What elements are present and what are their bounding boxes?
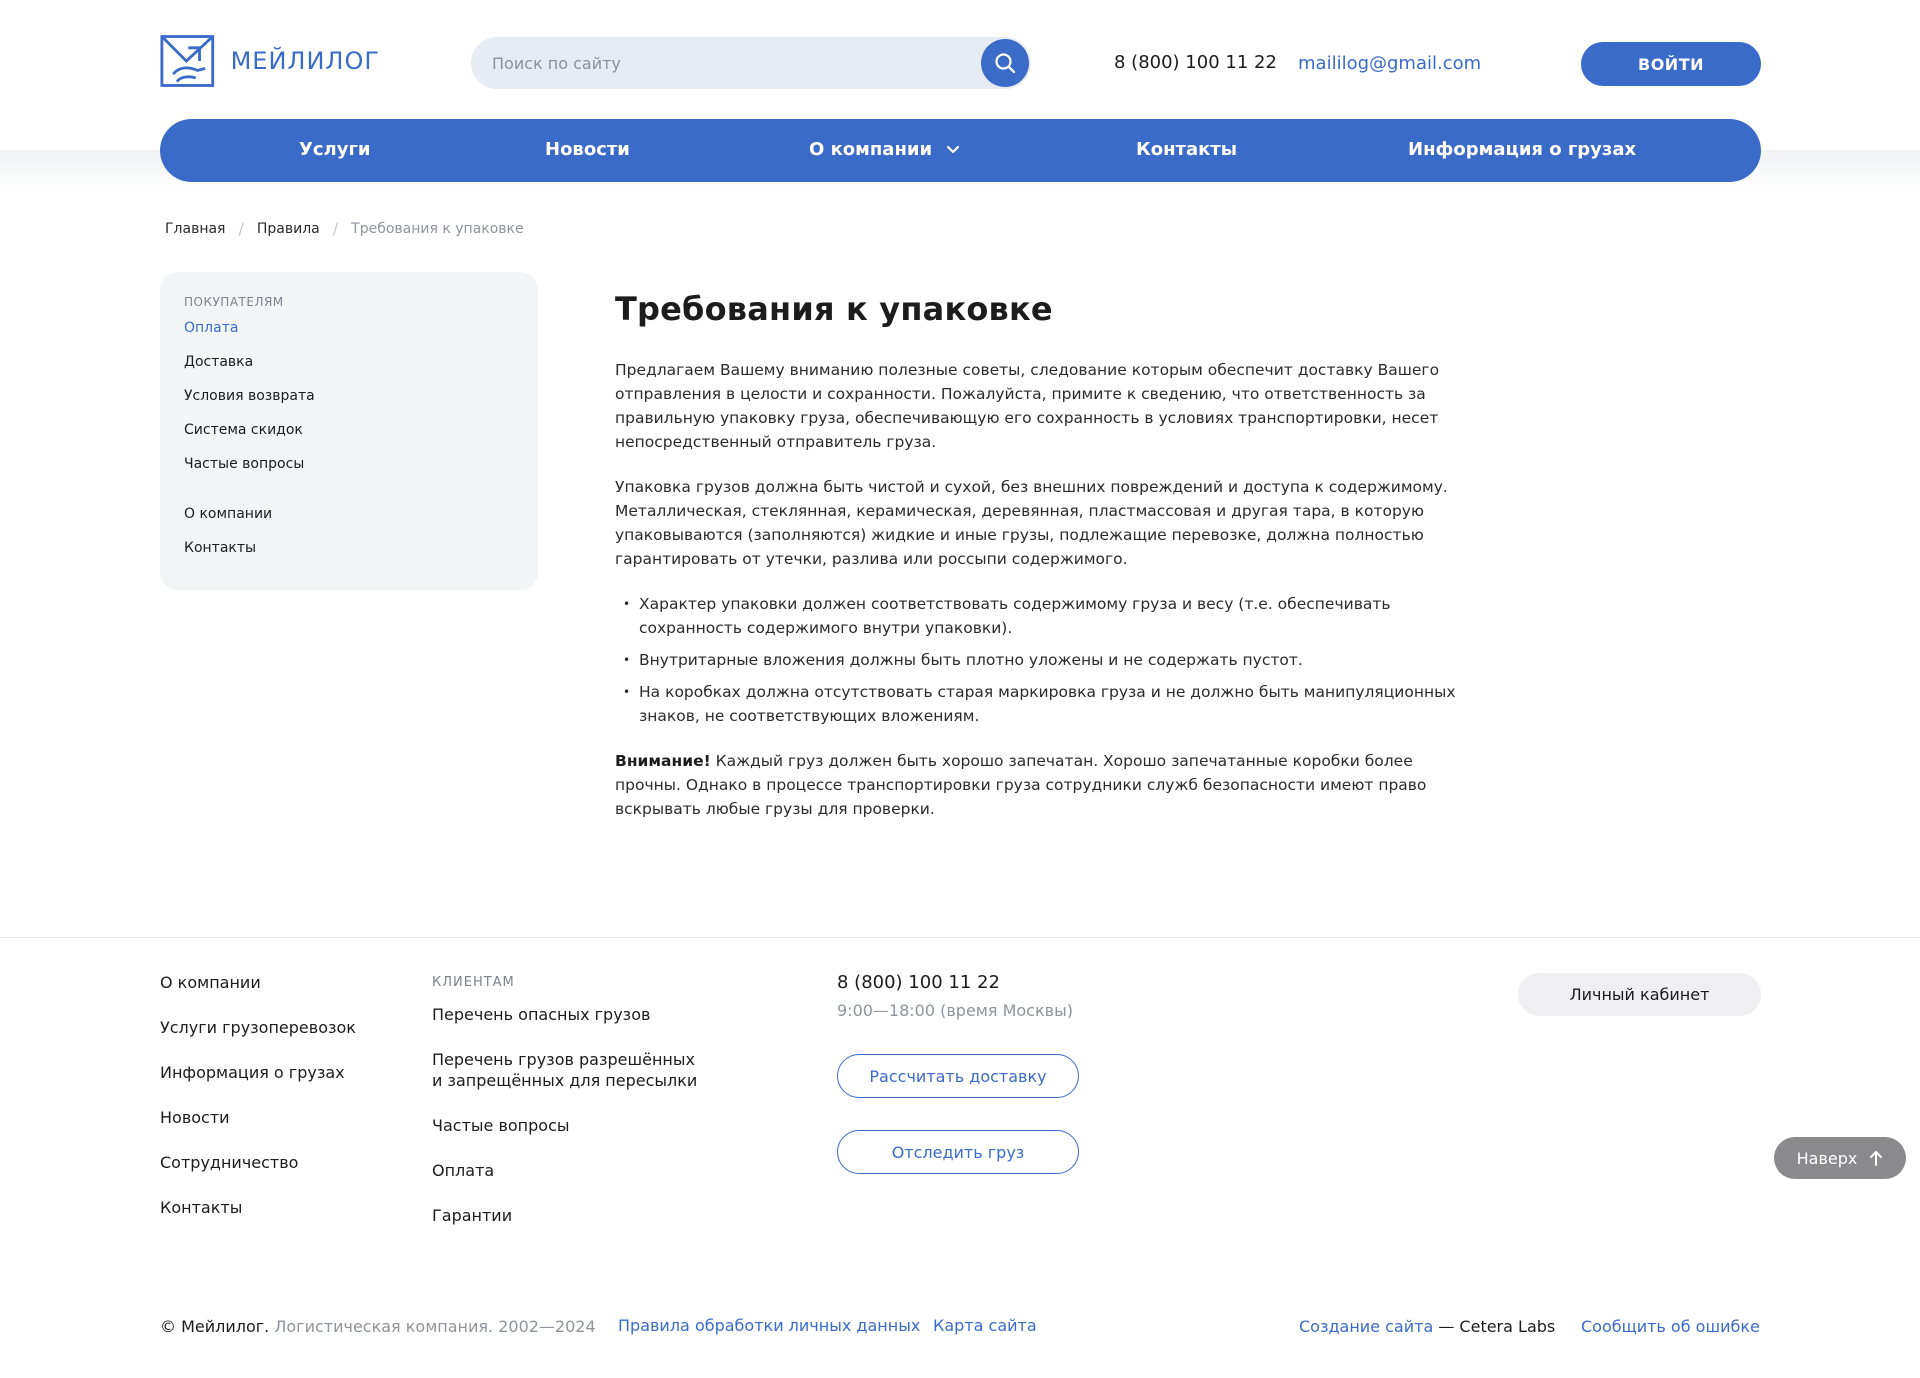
footer-phone[interactable]: 8 (800) 100 11 22 [837, 972, 1000, 993]
footer-link-faq[interactable]: Частые вопросы [432, 1115, 570, 1136]
sitemap-link[interactable]: Карта сайта [933, 1316, 1037, 1335]
intro-paragraph: Предлагаем Вашему вниманию полезные сове… [615, 361, 1440, 451]
list-item: Характер упаковки должен соответствовать… [615, 592, 1465, 640]
breadcrumb-home[interactable]: Главная [165, 221, 225, 237]
search-bar [471, 37, 1031, 89]
footer-hours: 9:00—18:00 (время Москвы) [837, 1001, 1073, 1020]
credits-link[interactable]: Создание сайта [1299, 1317, 1433, 1336]
attention-text: Каждый груз должен быть хорошо запечатан… [615, 752, 1427, 818]
search-icon [995, 53, 1016, 74]
packaging-paragraph: Упаковка грузов должна быть чистой и сух… [615, 478, 1448, 568]
sidebar-item-discounts[interactable]: Система скидок [184, 422, 303, 438]
nav-item-services[interactable]: Услуги [299, 139, 370, 160]
footer-link-contacts[interactable]: Контакты [160, 1198, 242, 1217]
chevron-down-icon [947, 145, 960, 154]
login-button[interactable]: ВОЙТИ [1581, 42, 1761, 86]
nav-item-about[interactable]: О компании [809, 139, 960, 160]
privacy-policy-link[interactable]: Правила обработки личных данных [618, 1316, 920, 1335]
sidebar-item-about[interactable]: О компании [184, 506, 272, 522]
sidebar-item-returns[interactable]: Условия возврата [184, 388, 315, 404]
search-button[interactable] [981, 39, 1029, 87]
page-title: Требования к упаковке [615, 290, 1053, 328]
footer-link-about[interactable]: О компании [160, 973, 261, 992]
main-nav: Услуги Новости О компании Контакты Инфор… [160, 119, 1761, 182]
report-error-link[interactable]: Сообщить об ошибке [1581, 1317, 1760, 1336]
back-to-top-button[interactable]: Наверх [1774, 1137, 1906, 1179]
sidebar-item-delivery[interactable]: Доставка [184, 354, 253, 370]
sidebar-category: ПОКУПАТЕЛЯМ [184, 295, 284, 309]
footer-link-cargo-info[interactable]: Информация о грузах [160, 1063, 345, 1082]
nav-item-news[interactable]: Новости [545, 139, 630, 160]
copyright-brand: © Мейлилог. [160, 1317, 270, 1336]
footer-category-clients: КЛИЕНТАМ [432, 975, 515, 990]
search-input[interactable] [492, 53, 952, 73]
logo-text: МЕЙЛИЛОГ [230, 47, 380, 75]
nav-item-about-label: О компании [809, 139, 933, 160]
footer-link-allowed-goods[interactable]: Перечень грузов разрешённых и запрещённы… [432, 1049, 697, 1091]
copyright: © Мейлилог. Логистическая компания. 2002… [160, 1317, 596, 1336]
list-item: Внутритарные вложения должны быть плотно… [615, 648, 1465, 672]
breadcrumb-rules[interactable]: Правила [257, 221, 320, 237]
sidebar: ПОКУПАТЕЛЯМ Оплата Доставка Условия возв… [160, 272, 538, 590]
footer-link-services[interactable]: Услуги грузоперевозок [160, 1018, 356, 1037]
breadcrumb-separator: / [332, 219, 339, 238]
copyright-text: Логистическая компания. 2002—2024 [269, 1317, 596, 1336]
footer-link-payment[interactable]: Оплата [432, 1160, 494, 1181]
sidebar-item-payment[interactable]: Оплата [184, 320, 238, 336]
logo-icon [160, 35, 215, 87]
credits-text: — Cetera Labs [1433, 1317, 1556, 1336]
site-credits: Создание сайта — Cetera Labs [1299, 1317, 1555, 1336]
header-email[interactable]: maililog@gmail.com [1298, 53, 1481, 74]
footer-link-dangerous-goods[interactable]: Перечень опасных грузов [432, 1004, 650, 1025]
attention-label: Внимание! [615, 752, 711, 770]
footer-divider [0, 937, 1920, 938]
main-content: Требования к упаковке Предлагаем Вашему … [615, 290, 1465, 821]
requirements-list: Характер упаковки должен соответствовать… [615, 592, 1465, 728]
footer-link-cooperation[interactable]: Сотрудничество [160, 1153, 298, 1172]
breadcrumb-separator: / [238, 219, 244, 238]
track-cargo-button[interactable]: Отследить груз [837, 1130, 1079, 1174]
nav-item-cargo-info[interactable]: Информация о грузах [1408, 139, 1636, 160]
header-phone[interactable]: 8 (800) 100 11 22 [1114, 52, 1277, 73]
site-logo[interactable]: МЕЙЛИЛОГ [160, 33, 380, 89]
personal-account-button[interactable]: Личный кабинет [1518, 973, 1761, 1016]
calculate-delivery-button[interactable]: Рассчитать доставку [837, 1054, 1079, 1098]
breadcrumb: Главная / Правила / Требования к упаковк… [165, 219, 524, 238]
list-item: На коробках должна отсутствовать старая … [615, 680, 1465, 728]
footer-link-allowed-line2: и запрещённых для пересылки [432, 1071, 698, 1090]
arrow-up-icon [1869, 1150, 1883, 1166]
footer-link-guarantees[interactable]: Гарантии [432, 1205, 512, 1226]
back-to-top-label: Наверх [1796, 1148, 1858, 1168]
footer-link-news[interactable]: Новости [160, 1108, 230, 1127]
nav-item-contacts[interactable]: Контакты [1136, 139, 1237, 160]
footer-link-allowed-line1: Перечень грузов разрешённых [432, 1050, 695, 1069]
sidebar-item-faq[interactable]: Частые вопросы [184, 456, 304, 472]
sidebar-item-contacts[interactable]: Контакты [184, 540, 256, 556]
attention-paragraph: Внимание! Каждый груз должен быть хорошо… [615, 749, 1465, 821]
breadcrumb-current: Требования к упаковке [351, 220, 524, 237]
